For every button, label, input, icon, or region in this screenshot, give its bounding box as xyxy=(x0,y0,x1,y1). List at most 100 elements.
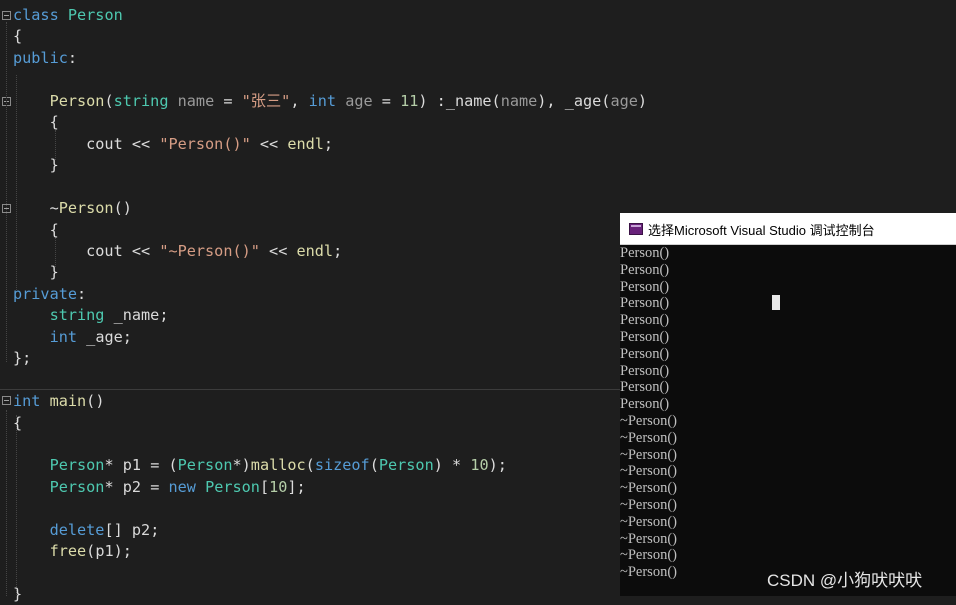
code-token: p1 xyxy=(122,456,142,475)
code-line[interactable]: free(p1); xyxy=(13,541,132,562)
code-token: cout << xyxy=(13,134,160,153)
code-line[interactable]: ~Person() xyxy=(13,198,132,219)
console-output-line: ~Person() xyxy=(620,463,677,480)
watermark: CSDN @小狗吠吠吠 xyxy=(767,571,923,590)
code-line[interactable]: private: xyxy=(13,284,86,305)
console-output-line: Person() xyxy=(620,278,670,295)
code-token: Person xyxy=(49,91,105,110)
code-token: }; xyxy=(13,349,32,368)
console-output-line: ~Person() xyxy=(620,496,677,513)
code-token: endl xyxy=(296,241,334,260)
code-token: ; xyxy=(122,327,132,346)
code-token: : xyxy=(77,284,87,303)
console-output-line: ~Person() xyxy=(620,429,677,446)
code-token: * xyxy=(104,477,123,496)
code-line[interactable]: } xyxy=(13,584,22,605)
code-token: Person xyxy=(58,199,114,218)
code-token: Person xyxy=(67,6,123,24)
fold-collapse-icon[interactable] xyxy=(2,396,11,405)
code-line[interactable]: class Person xyxy=(13,5,123,26)
code-token: public xyxy=(13,48,68,67)
code-line[interactable]: string _name; xyxy=(13,305,169,326)
code-token: "Person()" xyxy=(159,134,251,153)
code-token: = xyxy=(372,91,401,110)
code-token: ; xyxy=(333,241,343,260)
code-token: delete xyxy=(49,520,105,539)
console-output-line: ~Person() xyxy=(620,530,677,547)
console-output-line: Person() xyxy=(620,345,670,362)
code-token: } xyxy=(13,585,23,604)
code-line[interactable]: int _age; xyxy=(13,327,132,348)
code-token: int xyxy=(308,91,337,110)
console-output-line: Person() xyxy=(620,261,670,278)
code-line[interactable]: { xyxy=(13,413,22,434)
console-output-line: Person() xyxy=(620,362,670,379)
code-line[interactable]: Person(string name = "张三", int age = 11)… xyxy=(13,91,647,112)
code-token: 10 xyxy=(269,477,288,496)
code-token: = xyxy=(214,91,242,110)
code-token: Person xyxy=(49,456,105,475)
console-output-line: ~Person() xyxy=(620,547,677,564)
code-token: string xyxy=(113,91,169,110)
code-line[interactable]: { xyxy=(13,26,22,47)
console-output-line: Person() xyxy=(620,328,670,345)
code-line[interactable]: int main() xyxy=(13,391,104,412)
code-line[interactable]: cout << "Person()" << endl; xyxy=(13,134,333,155)
code-token: _age xyxy=(86,327,123,346)
code-line[interactable]: { xyxy=(13,220,59,241)
fold-guide xyxy=(6,410,7,596)
code-token: { xyxy=(13,413,23,432)
console-output-line: Person() xyxy=(620,295,670,312)
code-token: ( xyxy=(491,91,501,110)
console-title-bar[interactable]: 选择Microsoft Visual Studio 调试控制台 xyxy=(620,213,956,245)
console-title: 选择Microsoft Visual Studio 调试控制台 xyxy=(648,223,875,238)
code-token: string xyxy=(49,306,105,325)
code-token: { xyxy=(13,113,59,132)
code-token: ; xyxy=(150,520,160,539)
console-output-line: Person() xyxy=(620,245,670,261)
console-output-line: ~Person() xyxy=(620,412,677,429)
code-line[interactable]: Person* p2 = new Person[10]; xyxy=(13,477,306,498)
code-line[interactable]: delete[] p2; xyxy=(13,520,160,541)
code-token: , xyxy=(290,91,309,110)
code-token: cout << xyxy=(13,241,160,260)
code-line[interactable]: cout << "~Person()" << endl; xyxy=(13,241,342,262)
code-line[interactable]: { xyxy=(13,112,59,133)
code-token: : xyxy=(67,48,78,67)
code-token: *) xyxy=(232,456,251,475)
code-token: endl xyxy=(287,134,324,153)
code-token: _name xyxy=(113,306,160,325)
code-token: Person xyxy=(177,456,233,475)
console-output-line: Person() xyxy=(620,312,670,329)
code-token: << xyxy=(250,134,288,153)
code-line[interactable]: Person* p1 = (Person*)malloc(sizeof(Pers… xyxy=(13,455,507,476)
code-token: 11 xyxy=(400,91,419,110)
code-token: "张三" xyxy=(241,91,291,110)
code-token: ( xyxy=(369,456,379,475)
code-line[interactable]: public: xyxy=(13,48,77,69)
indent-guide xyxy=(16,415,17,595)
code-token: int xyxy=(13,392,41,411)
code-line[interactable]: } xyxy=(13,262,59,283)
code-token: ; xyxy=(323,134,334,153)
code-token: p2 xyxy=(122,477,142,496)
code-token: ) : xyxy=(418,91,446,110)
code-token: name xyxy=(177,91,215,110)
code-token: } xyxy=(13,156,59,175)
fold-collapse-icon[interactable] xyxy=(2,11,11,20)
code-token: ]; xyxy=(287,477,306,496)
code-line[interactable]: } xyxy=(13,155,59,176)
debug-console-window[interactable]: 选择Microsoft Visual Studio 调试控制台 Person()… xyxy=(620,213,956,596)
code-line[interactable]: }; xyxy=(13,348,31,369)
code-token: ) * xyxy=(433,456,471,475)
code-token: new xyxy=(168,477,196,496)
code-token: ( xyxy=(305,456,315,475)
code-token: Person xyxy=(49,477,105,496)
visual-studio-icon xyxy=(629,223,643,235)
